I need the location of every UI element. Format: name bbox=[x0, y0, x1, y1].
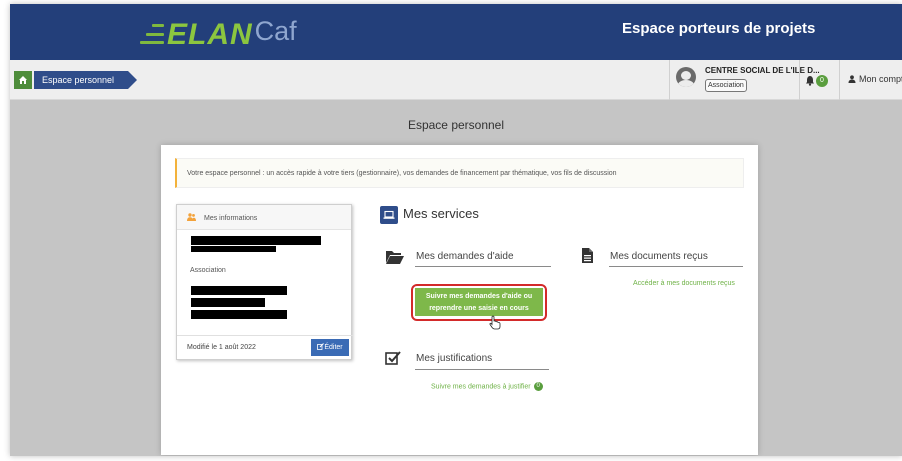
suivre-justifier-link[interactable]: Suivre mes demandes à justifier 0 bbox=[431, 382, 543, 391]
organization-type-badge: Association bbox=[705, 79, 747, 92]
suivre-demandes-label-2: reprendre une saisie en cours bbox=[429, 305, 529, 312]
info-panel-footer: Modifié le 1 août 2022 Éditer bbox=[177, 335, 353, 359]
demandes-aide-title: Mes demandes d'aide bbox=[416, 251, 514, 262]
info-organization-type: Association bbox=[190, 267, 226, 274]
justifications-divider bbox=[415, 369, 549, 370]
suivre-justifier-label: Suivre mes demandes à justifier bbox=[431, 383, 531, 391]
edit-button-label: Éditer bbox=[324, 344, 343, 351]
top-navigation-bar: Espace personnel CENTRE SOCIAL DE L'ILE … bbox=[10, 60, 902, 100]
acceder-documents-link[interactable]: Accéder à mes documents reçus bbox=[633, 280, 735, 287]
justifier-count-badge: 0 bbox=[533, 382, 543, 391]
info-panel-header: Mes informations bbox=[177, 205, 351, 230]
documents-recus-divider bbox=[609, 266, 743, 267]
demandes-aide-divider bbox=[415, 266, 551, 267]
account-label: Mon compte bbox=[859, 74, 902, 84]
justifications-title: Mes justifications bbox=[416, 353, 493, 364]
suivre-demandes-label-1: Suivre mes demandes d'aide ou bbox=[425, 293, 533, 300]
user-avatar-icon bbox=[676, 67, 696, 87]
redacted-address-line-2 bbox=[191, 298, 265, 307]
app-header: ELAN Caf Espace porteurs de projets bbox=[10, 4, 902, 60]
modified-date: Modifié le 1 août 2022 bbox=[187, 344, 256, 351]
notifications-button[interactable]: 0 bbox=[799, 60, 839, 100]
info-panel-title: Mes informations bbox=[204, 215, 258, 222]
folder-open-icon bbox=[386, 251, 404, 264]
services-title: Mes services bbox=[403, 206, 479, 221]
file-text-icon bbox=[582, 248, 593, 263]
account-menu[interactable]: Mon compte bbox=[839, 60, 902, 100]
notification-count-badge: 0 bbox=[816, 75, 828, 87]
suivre-demandes-button[interactable]: Suivre mes demandes d'aide ou reprendre … bbox=[415, 288, 543, 316]
laptop-icon bbox=[380, 206, 398, 224]
elan-caf-logo[interactable]: ELAN Caf bbox=[138, 10, 297, 50]
user-icon bbox=[848, 75, 856, 83]
documents-recus-title: Mes documents reçus bbox=[610, 251, 708, 262]
organization-switcher[interactable]: CENTRE SOCIAL DE L'ILE D... Association bbox=[669, 60, 820, 100]
page-title: Espace personnel bbox=[407, 118, 505, 132]
app-window: ELAN Caf Espace porteurs de projets Espa… bbox=[10, 4, 902, 456]
main-card: Votre espace personnel : un accès rapide… bbox=[161, 145, 758, 455]
redacted-address-line-1 bbox=[191, 286, 287, 295]
header-title: Espace porteurs de projets bbox=[622, 20, 816, 37]
users-icon bbox=[187, 213, 196, 221]
hand-cursor-icon bbox=[489, 315, 501, 330]
logo-speed-lines bbox=[138, 24, 164, 44]
bell-icon bbox=[806, 76, 814, 86]
check-square-icon bbox=[385, 351, 401, 365]
home-icon bbox=[19, 76, 27, 84]
home-button[interactable] bbox=[14, 71, 32, 89]
intro-banner: Votre espace personnel : un accès rapide… bbox=[175, 158, 744, 188]
redacted-organization-line bbox=[191, 246, 276, 252]
redacted-organization-name bbox=[191, 236, 321, 245]
redacted-address-line-3 bbox=[191, 310, 287, 319]
edit-button[interactable]: Éditer bbox=[311, 339, 349, 356]
logo-main-text: ELAN bbox=[167, 18, 253, 51]
logo-suffix-text: Caf bbox=[254, 16, 297, 46]
breadcrumb-espace-personnel[interactable]: Espace personnel bbox=[34, 71, 138, 89]
mes-informations-panel: Mes informations Association Modifié le … bbox=[176, 204, 353, 360]
